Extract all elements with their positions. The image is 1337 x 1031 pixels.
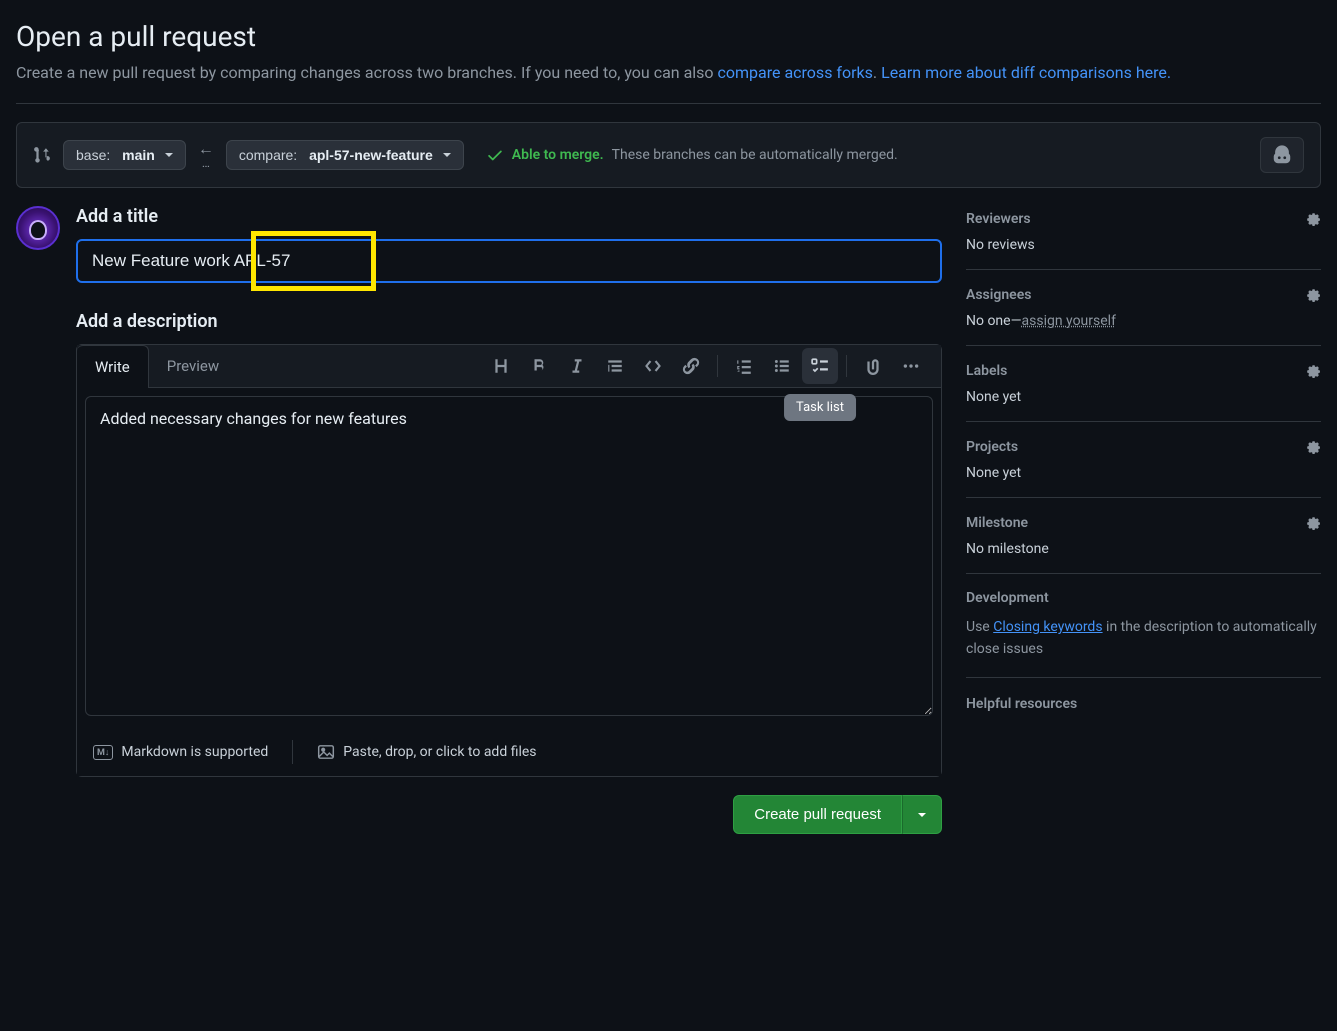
page-subtitle: Create a new pull request by comparing c…: [16, 61, 1321, 85]
quote-icon[interactable]: [597, 348, 633, 384]
base-branch-button[interactable]: base: main: [63, 140, 186, 170]
tab-preview[interactable]: Preview: [149, 345, 237, 387]
development-title: Development: [966, 590, 1049, 606]
bold-icon[interactable]: [521, 348, 557, 384]
title-label: Add a title: [76, 206, 942, 227]
development-text: Use Closing keywords in the description …: [966, 616, 1321, 661]
git-compare-icon: [33, 146, 51, 164]
create-pr-dropdown[interactable]: [902, 795, 942, 834]
italic-icon[interactable]: [559, 348, 595, 384]
compare-branch-button[interactable]: compare: apl-57-new-feature: [226, 140, 464, 170]
gear-icon[interactable]: [1304, 362, 1321, 379]
editor-toolbar: Task list: [483, 348, 941, 384]
projects-section: Projects None yet: [966, 422, 1321, 498]
projects-title: Projects: [966, 439, 1018, 455]
assignees-title: Assignees: [966, 287, 1031, 303]
development-section: Development Use Closing keywords in the …: [966, 574, 1321, 678]
attach-icon[interactable]: [855, 348, 891, 384]
check-icon: [486, 146, 504, 164]
labels-section: Labels None yet: [966, 346, 1321, 422]
assignees-value: No one—assign yourself: [966, 313, 1321, 329]
code-icon[interactable]: [635, 348, 671, 384]
task-list-tooltip: Task list: [784, 394, 856, 421]
projects-value: None yet: [966, 465, 1321, 481]
image-icon: [317, 743, 335, 761]
labels-title: Labels: [966, 363, 1007, 379]
unordered-list-icon[interactable]: [764, 348, 800, 384]
compare-forks-link[interactable]: compare across forks: [718, 63, 873, 82]
helpful-resources-title: Helpful resources: [966, 678, 1321, 712]
caret-down-icon: [917, 810, 927, 820]
copilot-button[interactable]: [1260, 137, 1304, 173]
pr-description-textarea[interactable]: [85, 396, 933, 716]
closing-keywords-link[interactable]: Closing keywords: [993, 619, 1102, 635]
tab-write[interactable]: Write: [77, 345, 149, 388]
reviewers-section: Reviewers No reviews: [966, 206, 1321, 270]
reviewers-title: Reviewers: [966, 211, 1031, 227]
milestone-section: Milestone No milestone: [966, 498, 1321, 574]
gear-icon[interactable]: [1304, 514, 1321, 531]
assignees-section: Assignees No one—assign yourself: [966, 270, 1321, 346]
avatar[interactable]: [16, 206, 60, 250]
page-title: Open a pull request: [16, 20, 1321, 53]
page-header: Open a pull request Create a new pull re…: [16, 20, 1321, 85]
heading-icon[interactable]: [483, 348, 519, 384]
labels-value: None yet: [966, 389, 1321, 405]
gear-icon[interactable]: [1304, 286, 1321, 303]
markdown-icon: M↓: [93, 745, 113, 760]
pr-title-input[interactable]: [76, 239, 942, 283]
gear-icon[interactable]: [1304, 210, 1321, 227]
markdown-hint[interactable]: M↓ Markdown is supported: [93, 744, 268, 760]
footer-separator: [292, 740, 293, 764]
description-editor: Write Preview Task l: [76, 344, 942, 777]
reviewers-value: No reviews: [966, 237, 1321, 253]
merge-able-label: Able to merge.: [512, 147, 604, 163]
attach-hint[interactable]: Paste, drop, or click to add files: [317, 743, 536, 761]
milestone-value: No milestone: [966, 541, 1321, 557]
task-list-icon[interactable]: Task list: [802, 348, 838, 384]
header-divider: [16, 103, 1321, 104]
assign-yourself-link[interactable]: assign yourself: [1022, 313, 1116, 329]
more-icon[interactable]: [893, 348, 929, 384]
link-icon[interactable]: [673, 348, 709, 384]
toolbar-separator: [846, 355, 847, 377]
compare-bar: base: main ← … compare: apl-57-new-featu…: [16, 122, 1321, 188]
compare-direction-icon: ← …: [198, 141, 214, 169]
merge-status: Able to merge. These branches can be aut…: [486, 146, 898, 164]
create-pr-button[interactable]: Create pull request: [733, 795, 902, 834]
toolbar-separator: [717, 355, 718, 377]
editor-tabs: Write Preview Task l: [77, 345, 941, 388]
merge-desc: These branches can be automatically merg…: [612, 147, 898, 163]
description-label: Add a description: [76, 311, 942, 332]
sidebar: Reviewers No reviews Assignees No one—as…: [966, 206, 1321, 834]
learn-more-link[interactable]: Learn more about diff comparisons here.: [881, 63, 1171, 82]
milestone-title: Milestone: [966, 515, 1028, 531]
ordered-list-icon[interactable]: [726, 348, 762, 384]
gear-icon[interactable]: [1304, 438, 1321, 455]
